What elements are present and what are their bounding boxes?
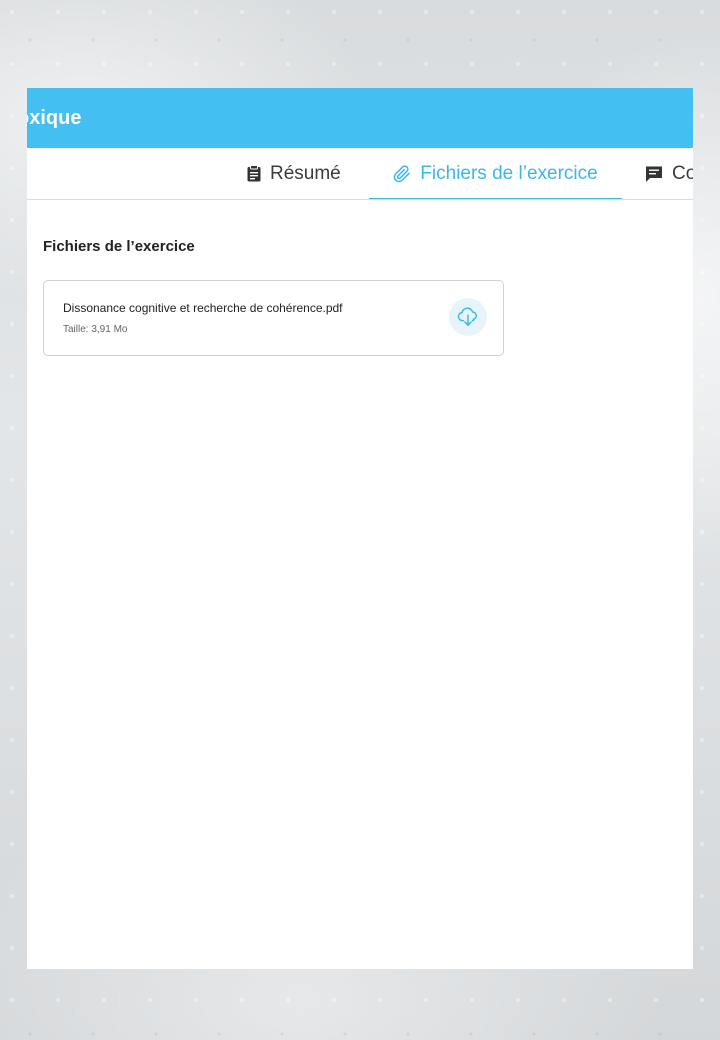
paperclip-icon	[393, 164, 411, 183]
tab-summary-label: Résumé	[270, 162, 341, 184]
file-card: Dissonance cognitive et recherche de coh…	[43, 280, 504, 356]
tab-comments[interactable]: Co	[645, 148, 693, 199]
comment-icon	[645, 165, 663, 183]
tab-comments-label: Co	[672, 162, 693, 184]
section-title: Fichiers de l’exercice	[43, 238, 195, 255]
tab-summary[interactable]: Résumé	[247, 148, 341, 199]
modal-title: oxique	[27, 106, 82, 129]
file-size: Taille: 3,91 Mo	[63, 324, 128, 335]
download-button[interactable]	[449, 298, 487, 336]
clipboard-icon	[247, 165, 261, 182]
exercise-modal: oxique Résumé Fichiers de l’exercic	[27, 88, 693, 969]
tab-bar: Résumé Fichiers de l’exercice Co	[27, 148, 693, 200]
modal-header: oxique	[27, 88, 693, 148]
file-name: Dissonance cognitive et recherche de coh…	[63, 301, 343, 315]
cloud-download-icon	[457, 307, 479, 327]
tab-exercise-files-label: Fichiers de l’exercice	[420, 162, 598, 184]
tab-exercise-files[interactable]: Fichiers de l’exercice	[369, 148, 622, 199]
